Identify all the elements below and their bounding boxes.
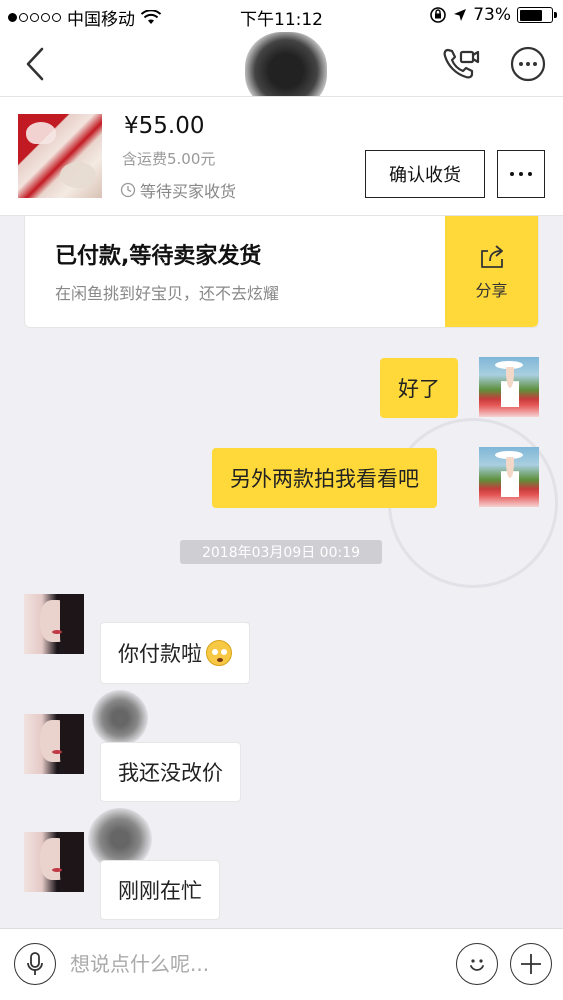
more-circle-icon xyxy=(510,46,546,82)
rotation-lock-icon xyxy=(430,7,447,23)
contact-name-redacted xyxy=(92,690,148,746)
message-bubble-received[interactable]: 刚刚在忙 xyxy=(100,860,220,920)
more-button[interactable] xyxy=(510,46,546,82)
confirm-receipt-button[interactable]: 确认收货 xyxy=(365,150,485,198)
message-bubble-received[interactable]: 我还没改价 xyxy=(100,742,241,802)
location-arrow-icon xyxy=(454,9,467,21)
status-bar: 中国移动 下午11:12 73% xyxy=(0,0,563,30)
order-status: 等待买家收货 xyxy=(120,178,236,202)
emoji-button[interactable] xyxy=(456,943,498,985)
order-shipping: 含运费5.00元 xyxy=(122,150,216,168)
share-icon xyxy=(480,245,503,268)
order-price: ¥55.00 xyxy=(124,113,205,139)
message-bubble-received[interactable]: 你付款啦 xyxy=(100,622,250,684)
avatar-self[interactable] xyxy=(479,447,539,507)
smiley-icon xyxy=(470,959,484,971)
avatar-contact[interactable] xyxy=(24,832,84,892)
avatar-contact[interactable] xyxy=(24,714,84,774)
voice-button[interactable] xyxy=(14,943,56,985)
notice-subtitle: 在闲鱼挑到好宝贝，还不去炫耀 xyxy=(55,284,280,303)
order-more-button[interactable] xyxy=(497,150,545,198)
battery-icon xyxy=(517,7,557,23)
worried-face-emoji-icon xyxy=(206,640,232,666)
phone-video-icon xyxy=(443,48,480,79)
avatar-contact[interactable] xyxy=(24,594,84,654)
share-label: 分享 xyxy=(475,281,508,300)
battery-percent: 73% xyxy=(473,5,511,25)
back-button[interactable] xyxy=(18,44,54,84)
plus-button[interactable] xyxy=(510,943,552,985)
message-text: 好了 xyxy=(398,377,440,401)
message-input[interactable] xyxy=(70,943,440,985)
share-button[interactable]: 分享 xyxy=(445,216,538,327)
chevron-left-icon xyxy=(26,47,44,81)
ellipsis-icon xyxy=(510,172,532,176)
message-bubble-sent[interactable]: 另外两款拍我看看吧 xyxy=(212,448,437,508)
message-text: 我还没改价 xyxy=(118,761,223,785)
message-text: 刚刚在忙 xyxy=(118,879,202,903)
message-text: 另外两款拍我看看吧 xyxy=(230,467,419,491)
message-bubble-sent[interactable]: 好了 xyxy=(380,358,458,418)
avatar-self[interactable] xyxy=(479,357,539,417)
product-thumbnail[interactable] xyxy=(18,114,102,198)
message-timestamp: 2018年03月09日 00:19 xyxy=(180,540,382,564)
payment-notice-card[interactable]: 已付款,等待卖家发货 在闲鱼挑到好宝贝，还不去炫耀 分享 xyxy=(24,216,539,328)
call-button[interactable] xyxy=(440,44,482,84)
battery-fill xyxy=(519,9,543,21)
chat-header xyxy=(0,30,563,110)
microphone-icon xyxy=(27,952,43,975)
message-text: 你付款啦 xyxy=(118,642,202,666)
notice-title: 已付款,等待卖家发货 xyxy=(55,244,262,269)
order-status-label: 等待买家收货 xyxy=(140,182,237,201)
input-bar xyxy=(0,928,563,1000)
clock-icon xyxy=(120,182,136,198)
plus-icon xyxy=(521,954,541,974)
status-right: 73% xyxy=(429,5,557,25)
